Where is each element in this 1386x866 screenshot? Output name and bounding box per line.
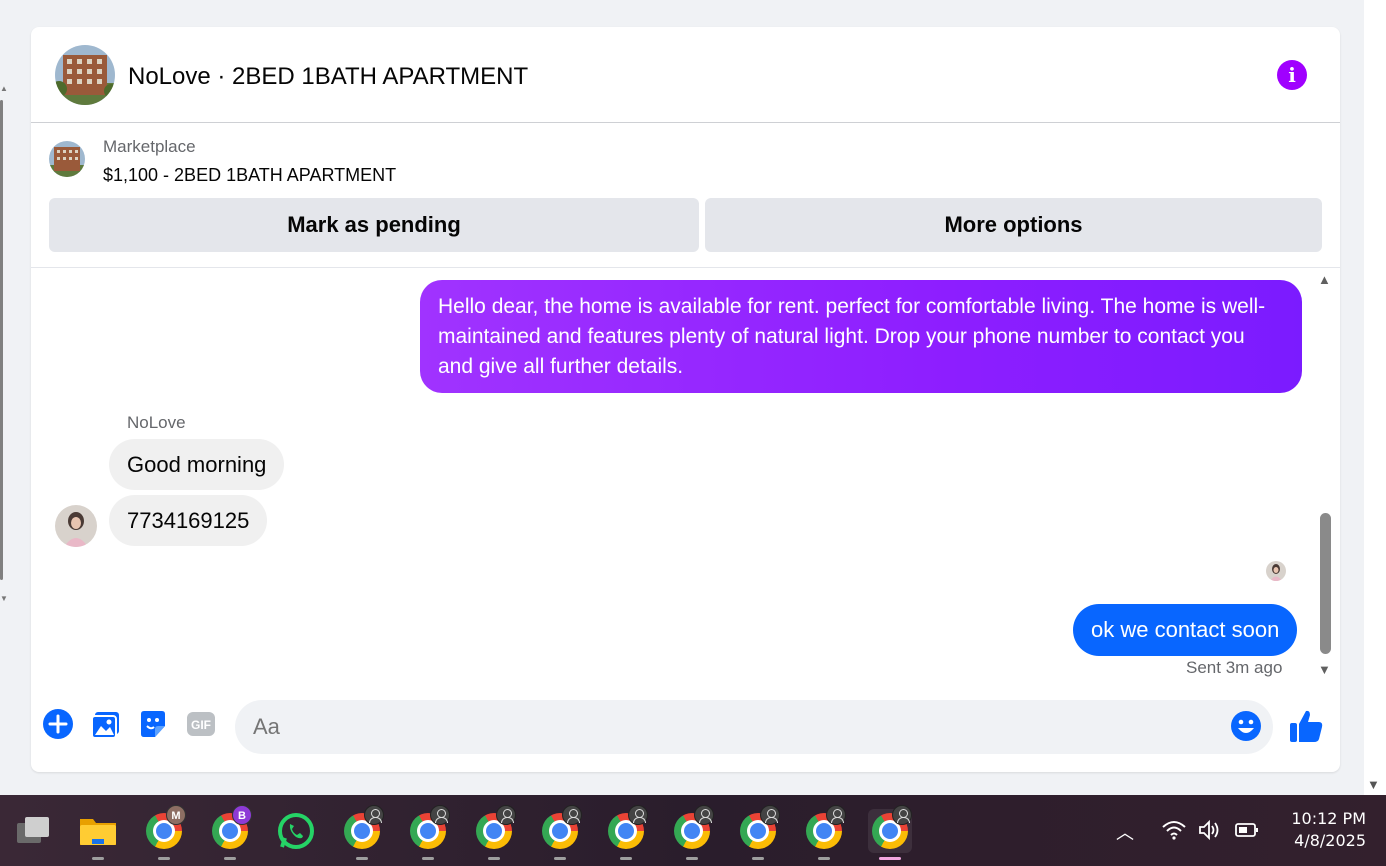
svg-text:GIF: GIF [191, 718, 211, 732]
chevron-up-icon[interactable]: ︿ [1116, 819, 1134, 845]
outgoing-message[interactable]: Hello dear, the home is available for re… [420, 280, 1302, 393]
incoming-message[interactable]: 7734169125 [109, 495, 268, 546]
chrome-guest-icon[interactable] [802, 805, 846, 860]
marketplace-listing: Marketplace $1,100 - 2BED 1BATH APARTMEN… [31, 123, 1340, 268]
scroll-up-icon[interactable]: ▲ [1318, 272, 1331, 287]
guest-profile-icon [628, 805, 648, 825]
message-list[interactable]: Hello dear, the home is available for re… [31, 269, 1340, 687]
task-view-icon[interactable] [12, 809, 56, 853]
system-clock[interactable]: 10:12 PM 4/8/2025 [1276, 808, 1366, 852]
whatsapp-icon[interactable] [274, 809, 318, 853]
running-indicator [92, 857, 104, 860]
chrome-guest-icon[interactable] [736, 805, 780, 860]
guest-profile-icon [892, 805, 912, 825]
clock-date: 4/8/2025 [1294, 831, 1366, 850]
sent-status: Sent 3m ago [1186, 658, 1283, 677]
chrome-guest-icon[interactable] [670, 805, 714, 860]
info-icon[interactable]: i [1277, 60, 1307, 90]
running-indicator [158, 857, 170, 860]
running-indicator [752, 857, 764, 860]
mark-as-pending-button[interactable]: Mark as pending [49, 198, 699, 252]
chat-header: NoLove · 2BED 1BATH APARTMENT i [31, 27, 1340, 123]
running-indicator [422, 857, 434, 860]
running-indicator [686, 857, 698, 860]
sticker-icon[interactable] [137, 708, 169, 740]
chrome-guest-icon[interactable] [604, 805, 648, 860]
running-indicator [554, 857, 566, 860]
guest-profile-icon [826, 805, 846, 825]
incoming-message[interactable]: Good morning [109, 439, 285, 490]
gif-icon[interactable]: GIF [185, 708, 217, 740]
profile-badge: B [232, 805, 252, 825]
chat-window: NoLove · 2BED 1BATH APARTMENT i Marketpl… [31, 27, 1340, 772]
left-scroll-down-icon[interactable]: ▼ [0, 594, 8, 603]
thumbs-up-icon[interactable] [1288, 708, 1324, 744]
chrome-profile-b-icon[interactable]: B [208, 805, 252, 860]
left-scroll-up-icon[interactable]: ▲ [0, 84, 8, 93]
running-indicator [488, 857, 500, 860]
active-indicator [879, 857, 901, 860]
read-receipt-avatar [1266, 561, 1286, 581]
guest-profile-icon [562, 805, 582, 825]
left-scrollbar-thumb[interactable] [0, 100, 3, 580]
guest-profile-icon [760, 805, 780, 825]
listing-source-label: Marketplace [103, 137, 196, 156]
chrome-guest-icon[interactable] [538, 805, 582, 860]
file-explorer-icon[interactable] [76, 809, 120, 860]
listing-title[interactable]: $1,100 - 2BED 1BATH APARTMENT [103, 165, 396, 186]
scroll-down-icon[interactable]: ▼ [1318, 662, 1331, 677]
chrome-guest-icon[interactable] [340, 805, 384, 860]
volume-icon[interactable] [1197, 817, 1223, 843]
outer-scrollbar-track[interactable] [1364, 0, 1386, 795]
chrome-guest-icon[interactable] [472, 805, 516, 860]
message-scrollbar-thumb[interactable] [1320, 513, 1331, 654]
message-composer: GIF [31, 695, 1340, 759]
guest-profile-icon [496, 805, 516, 825]
running-indicator [620, 857, 632, 860]
outgoing-message[interactable]: ok we contact soon [1073, 604, 1298, 656]
more-options-button[interactable]: More options [705, 198, 1322, 252]
sender-avatar[interactable] [55, 505, 97, 547]
chrome-profile-m-icon[interactable]: M [142, 805, 186, 860]
apartment-avatar[interactable] [55, 45, 115, 105]
outer-scroll-down-icon[interactable]: ▼ [1367, 777, 1380, 792]
wifi-icon[interactable] [1161, 817, 1187, 843]
emoji-icon[interactable] [1230, 710, 1262, 742]
photo-icon[interactable] [90, 708, 122, 740]
running-indicator [224, 857, 236, 860]
message-input[interactable] [235, 700, 1273, 754]
running-indicator [356, 857, 368, 860]
chrome-guest-active-icon[interactable] [868, 805, 912, 860]
guest-profile-icon [364, 805, 384, 825]
sender-name: NoLove [127, 413, 186, 432]
profile-badge: M [166, 805, 186, 825]
running-indicator [818, 857, 830, 860]
chat-title[interactable]: NoLove · 2BED 1BATH APARTMENT [128, 63, 528, 91]
battery-icon[interactable] [1234, 817, 1260, 843]
guest-profile-icon [694, 805, 714, 825]
plus-icon[interactable] [42, 708, 74, 740]
guest-profile-icon [430, 805, 450, 825]
chrome-guest-icon[interactable] [406, 805, 450, 860]
listing-thumbnail[interactable] [49, 141, 85, 177]
clock-time: 10:12 PM [1291, 809, 1366, 828]
